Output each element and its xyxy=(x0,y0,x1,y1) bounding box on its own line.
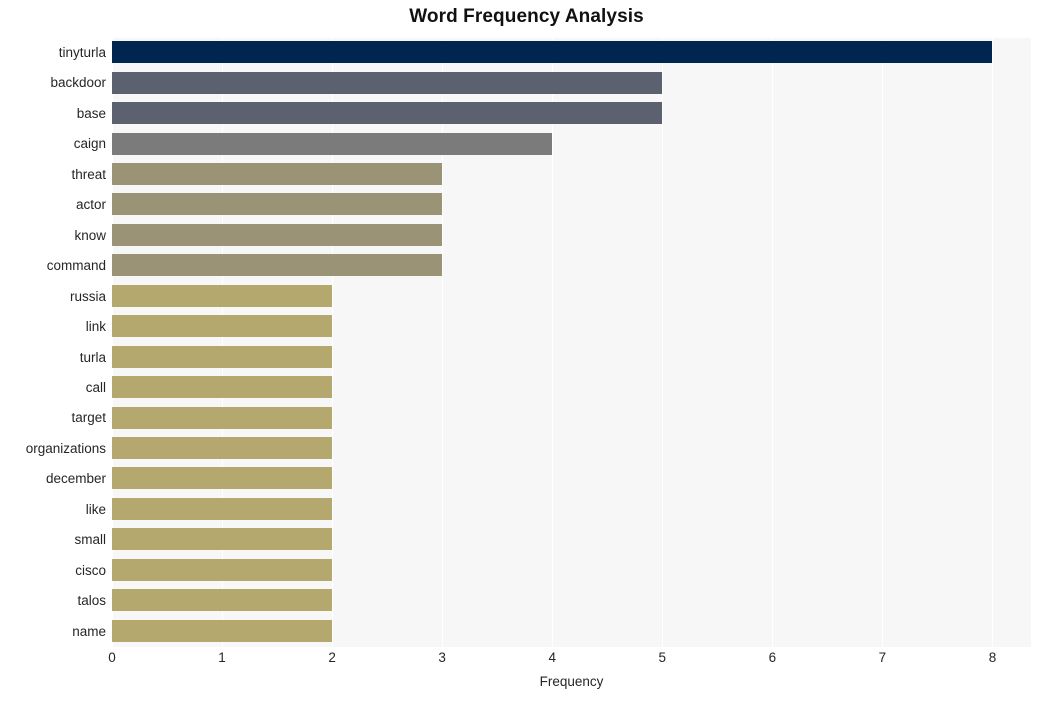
bar-actor xyxy=(112,193,443,216)
chart-title: Word Frequency Analysis xyxy=(409,6,644,27)
x-tick-label-2: 2 xyxy=(328,650,336,665)
bar-row xyxy=(112,403,1031,433)
bar-small xyxy=(112,528,333,551)
chart-figure: Word Frequency Analysis tinyturla backdoo… xyxy=(0,0,1053,701)
x-tick-label-6: 6 xyxy=(768,650,777,665)
bar-row xyxy=(112,190,1031,220)
plot-area xyxy=(112,38,1031,647)
bar-link xyxy=(112,315,333,338)
y-tick-label-russia: russia xyxy=(69,288,106,304)
y-tick-label-call: call xyxy=(85,379,106,395)
bar-row xyxy=(112,586,1031,616)
bar-cisco xyxy=(112,558,333,581)
bar-row xyxy=(112,343,1031,373)
bar-row xyxy=(112,221,1031,251)
bar-row xyxy=(112,617,1031,647)
y-tick-label-backdoor: backdoor xyxy=(50,75,106,91)
y-tick-label-talos: talos xyxy=(77,593,106,609)
bar-row xyxy=(112,434,1031,464)
bar-row xyxy=(112,495,1031,525)
y-tick-label-cisco: cisco xyxy=(75,562,106,578)
y-tick-label-caign: caign xyxy=(73,136,106,152)
bar-row xyxy=(112,251,1031,281)
x-axis-title: Frequency xyxy=(539,674,604,689)
bar-tinyturla xyxy=(112,41,993,64)
bar-threat xyxy=(112,162,443,185)
y-tick-label-link: link xyxy=(85,319,106,335)
y-tick-label-organizations: organizations xyxy=(25,440,106,456)
y-tick-label-name: name xyxy=(72,623,106,639)
y-tick-label-tinyturla: tinyturla xyxy=(58,45,106,60)
bar-caign xyxy=(112,132,553,155)
bar-row xyxy=(112,38,1031,68)
bar-row xyxy=(112,464,1031,494)
y-tick-label-know: know xyxy=(74,227,106,243)
bar-base xyxy=(112,102,663,125)
bar-command xyxy=(112,254,443,277)
y-tick-label-base: base xyxy=(76,105,106,121)
x-tick-label-0: 0 xyxy=(108,650,116,665)
y-tick-label-turla: turla xyxy=(79,349,106,365)
x-tick-label-7: 7 xyxy=(878,650,887,665)
bar-row xyxy=(112,99,1031,129)
y-axis-tick-labels: tinyturla backdoor base caign threat actor kno… xyxy=(0,38,106,647)
x-tick-label-5: 5 xyxy=(658,650,667,665)
bar-row xyxy=(112,129,1031,159)
bar-backdoor xyxy=(112,71,663,94)
bar-organizations xyxy=(112,437,333,460)
bar-like xyxy=(112,497,333,520)
bar-row xyxy=(112,282,1031,312)
y-tick-label-target: target xyxy=(71,410,106,426)
bar-december xyxy=(112,467,333,490)
bar-target xyxy=(112,406,333,429)
y-tick-label-threat: threat xyxy=(71,166,106,182)
bar-talos xyxy=(112,589,333,612)
y-tick-label-small: small xyxy=(74,532,106,548)
bar-row xyxy=(112,68,1031,98)
y-tick-label-like: like xyxy=(85,501,106,517)
y-tick-label-command: command xyxy=(46,258,106,274)
bar-series xyxy=(112,38,1031,647)
bar-row xyxy=(112,525,1031,555)
bar-row xyxy=(112,556,1031,586)
y-tick-label-december: december xyxy=(45,471,106,487)
x-tick-label-1: 1 xyxy=(218,650,226,665)
bar-call xyxy=(112,376,333,399)
x-tick-label-3: 3 xyxy=(438,650,446,665)
bar-row xyxy=(112,160,1031,190)
y-tick-label-actor: actor xyxy=(75,197,106,213)
bar-name xyxy=(112,619,333,642)
x-axis-tick-labels: 0 1 2 3 4 5 6 7 8 xyxy=(108,650,1031,672)
bar-row xyxy=(112,312,1031,342)
bar-know xyxy=(112,223,443,246)
x-tick-label-4: 4 xyxy=(548,650,556,665)
x-tick-label-8: 8 xyxy=(988,650,997,665)
bar-row xyxy=(112,373,1031,403)
bar-russia xyxy=(112,284,333,307)
bar-turla xyxy=(112,345,333,368)
